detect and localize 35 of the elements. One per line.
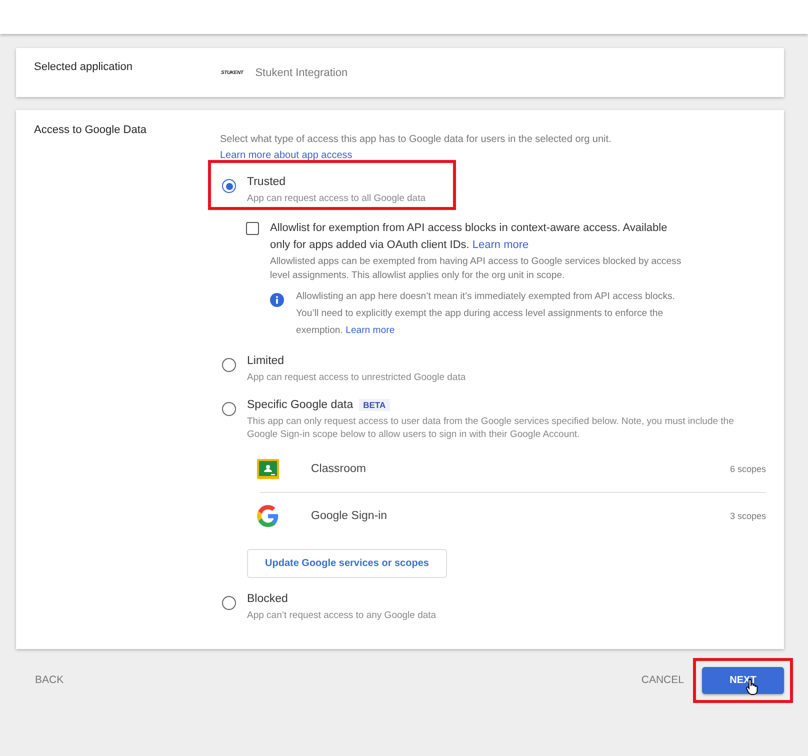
info-note: Allowlisting an app here doesn’t mean it’s immediately exempted from API access blocks. You’ll need to explicitly exempt the app during access level assignments to enforce the exemption. Learn more xyxy=(296,290,676,338)
option-label: Blocked xyxy=(247,592,288,605)
scope-count: 6 scopes xyxy=(730,464,766,474)
radio-button[interactable] xyxy=(222,179,236,193)
learn-more-link[interactable]: Learn more xyxy=(346,325,395,336)
section-label: Access to Google Data xyxy=(33,123,148,138)
service-name: Google Sign-in xyxy=(311,510,388,522)
cancel-button[interactable]: CANCEL xyxy=(641,674,684,686)
info-icon xyxy=(270,292,284,307)
classroom-icon xyxy=(257,458,279,480)
radio-button[interactable] xyxy=(222,596,236,610)
learn-more-link[interactable]: Learn more about app access xyxy=(220,150,352,161)
scope-count: 3 scopes xyxy=(730,510,766,521)
option-description: App can request access to all Google data xyxy=(247,193,427,206)
option-label: Specific Google data xyxy=(247,399,354,412)
learn-more-link[interactable]: Learn more xyxy=(472,238,529,251)
radio-button[interactable] xyxy=(222,358,236,372)
app-name: Stukent Integration xyxy=(255,66,348,78)
allowlist-title: Allowlist for exemption from API access blocks in context-aware access. Available only for apps added via OAuth client IDs. Learn more xyxy=(270,220,668,253)
update-services-button[interactable]: Update Google services or scopes xyxy=(247,548,447,578)
next-button[interactable]: NEXT xyxy=(702,666,784,694)
google-g-icon xyxy=(257,504,279,527)
back-button[interactable]: BACK xyxy=(35,674,642,686)
option-label: Limited xyxy=(247,354,284,367)
option-description: App can’t request access to any Google data xyxy=(247,610,438,623)
allowlist-detail: Allowlisted apps can be exempted from having API access to Google services blocked by access level assignments. This allowlist applies only for the org unit in scope. xyxy=(270,254,682,283)
service-name: Classroom xyxy=(311,462,367,475)
intro-text: Select what type of access this app has to Google data for users in the selected org unit. xyxy=(220,134,612,145)
checkbox[interactable] xyxy=(246,222,259,235)
beta-tag: BETA xyxy=(359,399,390,412)
radio-button[interactable] xyxy=(222,402,236,416)
option-description: This app can only request access to user data from the Google services specified below. Note, you must include the Google Sign-in scope below to allow users to sign in with their Google Account. xyxy=(247,416,735,442)
option-description: App can request access to unrestricted Google data xyxy=(247,372,467,384)
option-label: Trusted xyxy=(247,176,286,188)
section-label: Selected application xyxy=(33,60,134,75)
